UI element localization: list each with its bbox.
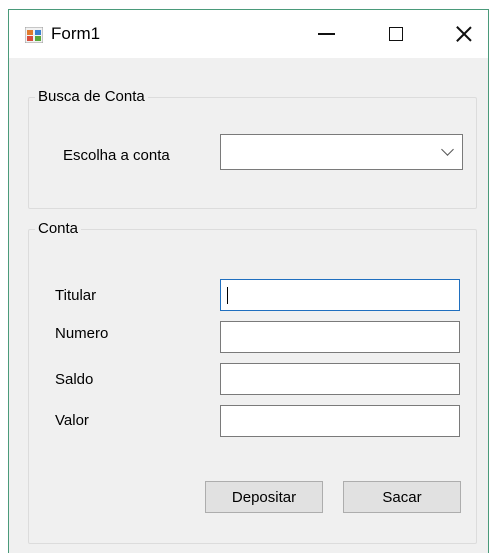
numero-textbox[interactable]	[220, 321, 460, 353]
minimize-button[interactable]	[291, 10, 361, 58]
titular-textbox[interactable]	[220, 279, 460, 311]
close-button[interactable]	[429, 10, 496, 58]
maximize-icon	[389, 27, 403, 41]
minimize-icon	[317, 33, 335, 35]
app-icon	[25, 27, 43, 43]
valor-label: Valor	[55, 412, 89, 429]
escolha-conta-label: Escolha a conta	[63, 147, 170, 164]
valor-textbox[interactable]	[220, 405, 460, 437]
form1-window: Form1 Busca de Conta Escolha a conta Con…	[8, 9, 489, 553]
titular-label: Titular	[55, 287, 97, 304]
maximize-button[interactable]	[361, 10, 431, 58]
saldo-textbox[interactable]	[220, 363, 460, 395]
depositar-button[interactable]: Depositar	[205, 481, 323, 513]
text-caret	[227, 287, 228, 304]
title-bar[interactable]: Form1	[9, 10, 488, 58]
window-title: Form1	[51, 24, 101, 43]
numero-label: Numero	[55, 325, 109, 342]
saldo-label: Saldo	[55, 371, 94, 388]
conta-combobox[interactable]	[220, 134, 463, 170]
sacar-button[interactable]: Sacar	[343, 481, 461, 513]
close-icon	[456, 26, 472, 42]
busca-group-legend: Busca de Conta	[35, 88, 148, 105]
conta-group-legend: Conta	[35, 220, 82, 237]
chevron-down-icon[interactable]	[441, 143, 454, 156]
